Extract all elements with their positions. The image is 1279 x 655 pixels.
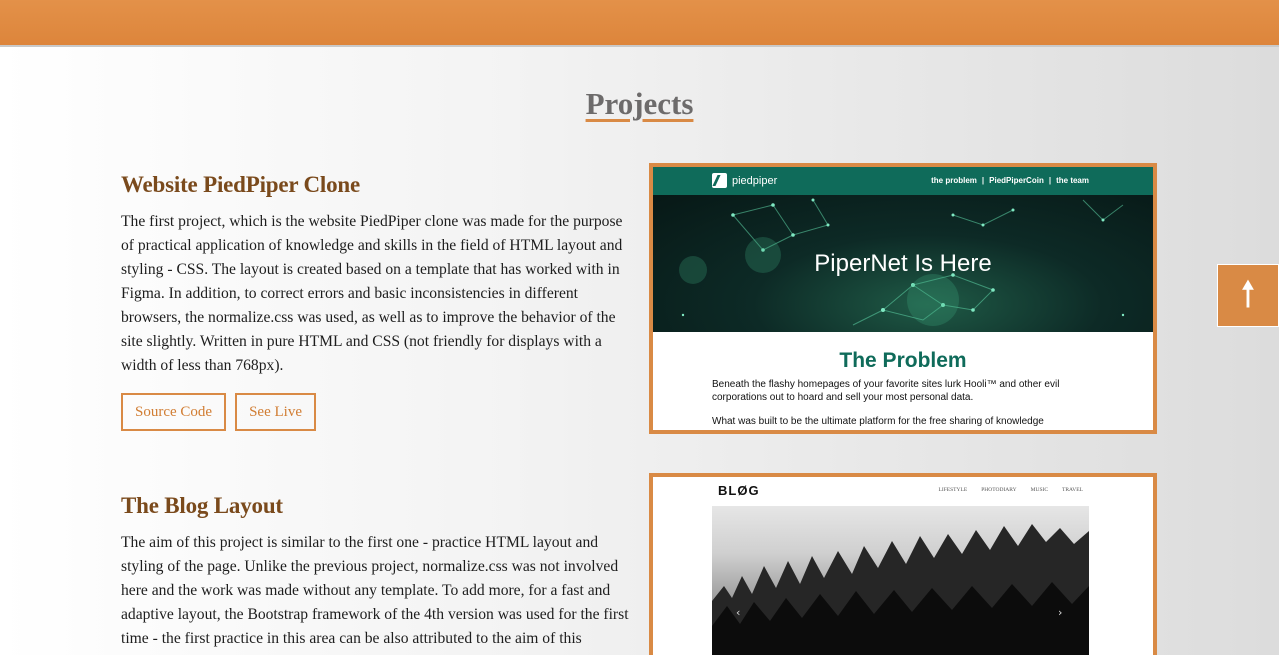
project-preview-blog[interactable]: BLØG LIFESTYLE PHOTODIARY MUSIC TRAVEL ‹… (649, 473, 1157, 655)
preview-nav-separator: | (1048, 176, 1052, 185)
preview-nav-links: the problem | PiedPiperCoin | the team (931, 176, 1089, 185)
forest-graphic (712, 524, 1089, 655)
project-title: Website PiedPiper Clone (121, 172, 361, 197)
preview-nav-item: the team (1056, 176, 1089, 185)
project-preview-piedpiper[interactable]: piedpiper the problem | PiedPiperCoin | … (649, 163, 1157, 434)
blog-nav-item: MUSIC (1030, 487, 1049, 493)
blog-hero-image: ‹ › (712, 506, 1089, 655)
project-description: The aim of this project is similar to th… (121, 534, 629, 647)
project-blog-layout: The Blog Layout The aim of this project … (121, 493, 636, 651)
carousel-next-icon[interactable]: › (1058, 606, 1062, 619)
preview-hero: PiperNet Is Here (653, 195, 1153, 332)
piedpiper-logo-icon (712, 173, 727, 188)
blog-nav: LIFESTYLE PHOTODIARY MUSIC TRAVEL (939, 487, 1084, 493)
preview-text: What was built to be the ultimate platfo… (712, 416, 1044, 427)
blog-logo: BLØG (718, 483, 760, 498)
blog-nav-item: TRAVEL (1062, 487, 1083, 493)
project-title: The Blog Layout (121, 493, 283, 518)
preview-logo-text: piedpiper (732, 174, 778, 187)
blog-nav-item: LIFESTYLE (938, 487, 968, 493)
preview-section-title: The Problem (839, 349, 967, 372)
page-title: Projects (585, 86, 694, 121)
scroll-to-top-button[interactable]: 🠕 (1217, 264, 1279, 327)
preview-nav-item: PiedPiperCoin (989, 176, 1044, 185)
project-piedpiper: Website PiedPiper Clone The first projec… (121, 172, 636, 431)
preview-text: Beneath the flashy homepages of your fav… (712, 379, 1060, 403)
top-header-bar (0, 0, 1279, 47)
preview-nav-separator: | (981, 176, 985, 185)
carousel-prev-icon[interactable]: ‹ (736, 606, 740, 619)
project-description: The first project, which is the website … (121, 213, 623, 374)
arrow-up-icon: 🠕 (1240, 274, 1256, 315)
source-code-button[interactable]: Source Code (121, 393, 227, 431)
preview-navbar: piedpiper the problem | PiedPiperCoin | … (653, 167, 1153, 195)
preview-logo: piedpiper (712, 173, 777, 188)
blog-nav-item: PHOTODIARY (981, 487, 1017, 493)
see-live-button[interactable]: See Live (235, 393, 316, 431)
preview-hero-title: PiperNet Is Here (814, 250, 992, 277)
preview-nav-item: the problem (931, 176, 977, 185)
project-buttons: Source Code See Live (121, 393, 636, 431)
